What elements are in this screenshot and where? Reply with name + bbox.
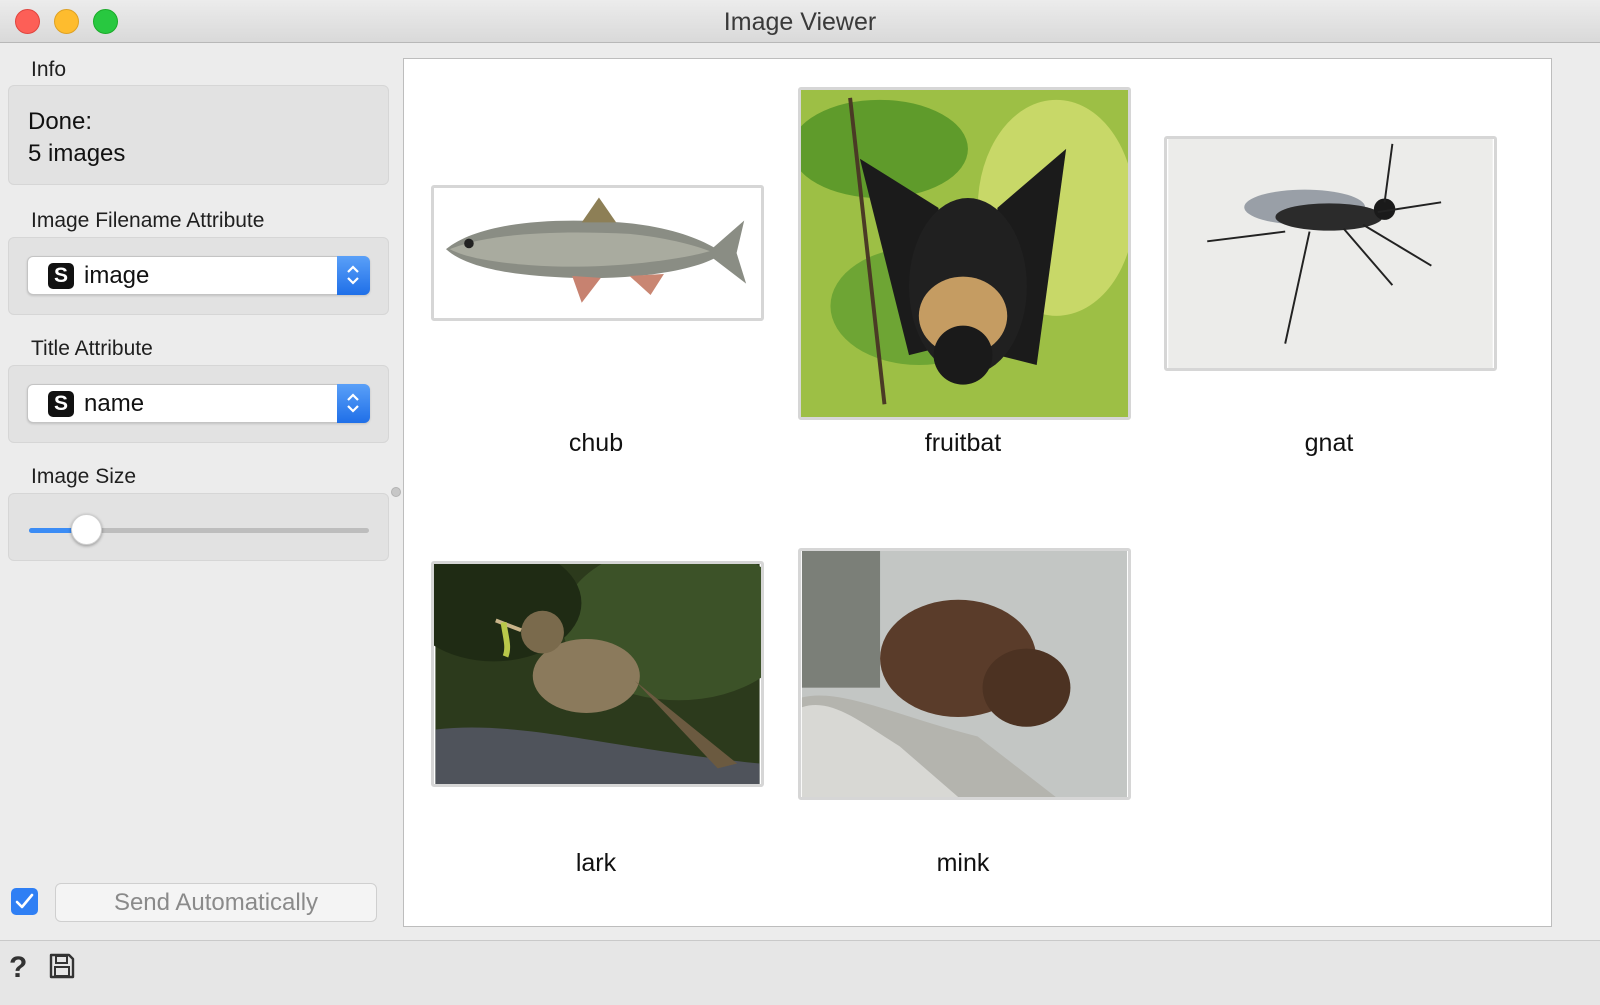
slider-handle[interactable] <box>71 514 103 545</box>
gallery-item-title: gnat <box>1304 429 1354 457</box>
bat-photo-icon <box>801 90 1128 417</box>
info-status: Done: 5 images <box>28 106 125 170</box>
checkmark-icon <box>15 893 34 909</box>
updown-chevron-icon <box>337 384 370 423</box>
filename-attribute-label: Image Filename Attribute <box>31 209 265 232</box>
info-box: Done: 5 images <box>8 85 389 185</box>
info-label: Info <box>31 58 67 81</box>
gallery-item-image[interactable] <box>798 548 1131 800</box>
send-automatically-button[interactable]: Send Automatically <box>55 883 377 922</box>
image-size-box <box>8 493 389 561</box>
title-bar: Image Viewer <box>0 0 1600 43</box>
title-attribute-combo[interactable]: S name <box>27 384 370 423</box>
title-attribute-box: S name <box>8 365 389 443</box>
gallery-item-image[interactable] <box>798 87 1131 420</box>
gnat-photo-icon <box>1168 139 1493 368</box>
mink-photo-icon <box>801 551 1128 797</box>
lark-photo-icon <box>434 564 761 784</box>
image-size-label: Image Size <box>31 465 137 488</box>
string-type-icon: S <box>48 391 74 417</box>
gallery-item-image[interactable] <box>431 185 764 321</box>
gallery-item-title: lark <box>575 849 617 877</box>
title-attribute-label: Title Attribute <box>31 337 153 360</box>
image-viewer-window: Image Viewer Info Done: 5 images Image F… <box>0 0 1600 1005</box>
updown-chevron-icon <box>337 256 370 295</box>
filename-attribute-combo[interactable]: S image <box>27 256 370 295</box>
question-mark-icon[interactable]: ? <box>9 951 27 985</box>
gallery-item-image[interactable] <box>431 561 764 787</box>
title-attribute-value: name <box>84 390 145 417</box>
info-status-line2: 5 images <box>28 140 126 167</box>
send-automatically-checkbox[interactable] <box>11 888 38 915</box>
info-status-line1: Done: <box>28 108 93 135</box>
gallery-item-title: chub <box>568 429 624 457</box>
filename-attribute-value: image <box>84 262 150 289</box>
filename-attribute-box: S image <box>8 237 389 315</box>
fish-photo-icon <box>438 188 757 318</box>
gallery-item-image[interactable] <box>1164 136 1497 371</box>
string-type-icon: S <box>48 263 74 289</box>
image-gallery[interactable]: chub fruitbat gnat lark mink <box>403 58 1552 927</box>
status-bar: ? <box>0 940 1600 1005</box>
window-title: Image Viewer <box>723 8 877 36</box>
control-area: Info Done: 5 images Image Filename Attri… <box>0 43 403 940</box>
gallery-item-title: mink <box>936 849 990 877</box>
splitter-handle[interactable] <box>391 487 401 497</box>
floppy-disk-icon[interactable] <box>48 952 76 985</box>
gallery-item-title: fruitbat <box>924 429 1002 457</box>
